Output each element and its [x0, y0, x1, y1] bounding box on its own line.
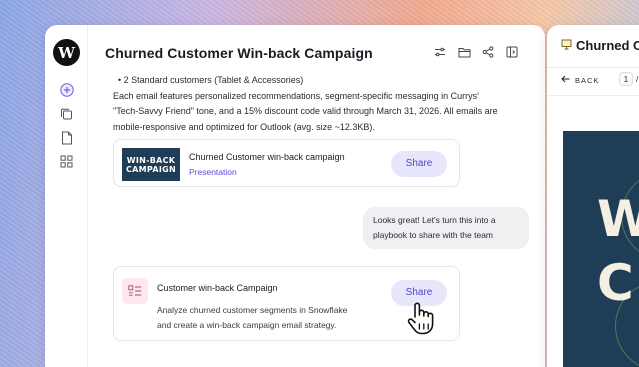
toolbar	[433, 45, 519, 59]
playbook-description: Analyze churned customer segments in Sno…	[157, 303, 387, 333]
page-separator: /	[636, 74, 639, 84]
grid-icon[interactable]	[59, 154, 74, 169]
description-line: Analyze churned customer segments in Sno…	[157, 305, 348, 315]
page-title: Churned Customer Win-back Campaign	[105, 45, 373, 61]
chat-window: W Churned Customer Win-back Campaign • 2…	[45, 25, 545, 367]
share-nodes-icon[interactable]	[481, 45, 495, 59]
folder-icon[interactable]	[457, 45, 471, 59]
divider	[547, 95, 639, 96]
sidebar-panel-icon[interactable]	[505, 45, 519, 59]
user-message-line: playbook to share with the team	[373, 230, 494, 240]
share-button[interactable]: Share	[391, 151, 447, 177]
presentation-title-text: Churned C	[576, 38, 639, 53]
slide-title-line: W	[597, 190, 639, 248]
attachment-title: Churned Customer win-back campaign	[189, 152, 345, 162]
page-number-input[interactable]: 1	[619, 72, 633, 86]
thumbnail-text: WIN-BACK	[126, 155, 176, 165]
sidebar-rail: W	[45, 25, 88, 367]
list-document-icon	[122, 278, 148, 304]
message-line: Each email features personalized recomme…	[113, 90, 479, 101]
back-button[interactable]: BACK	[561, 75, 599, 85]
presentation-window: Churned C BACK 1 / W C	[547, 25, 639, 367]
back-label: BACK	[575, 75, 600, 85]
copy-icon[interactable]	[59, 107, 74, 122]
app-logo[interactable]: W	[53, 39, 80, 66]
sliders-icon[interactable]	[433, 45, 447, 59]
presentation-thumbnail: WIN-BACK CAMPAIGN	[122, 148, 180, 181]
playbook-title: Customer win-back Campaign	[157, 283, 278, 293]
chat-main: Churned Customer Win-back Campaign • 2 S…	[88, 25, 545, 367]
plus-icon[interactable]	[59, 82, 74, 97]
hand-pointer-cursor-icon	[405, 300, 437, 336]
description-line: and create a win-back campaign email str…	[157, 320, 337, 330]
slide-title: W C	[597, 187, 639, 315]
slide-preview: W C	[563, 131, 639, 367]
message-line: mobile-responsive and optimized for Outl…	[113, 121, 375, 132]
bullet-item: • 2 Standard customers (Tablet & Accesso…	[118, 75, 304, 85]
document-icon[interactable]	[59, 130, 74, 145]
slide-title-line: C	[597, 254, 634, 312]
user-message-bubble: Looks great! Let's turn this into a play…	[363, 207, 529, 249]
attachment-type: Presentation	[189, 167, 237, 177]
presentation-title: Churned C	[561, 38, 639, 53]
divider	[547, 67, 639, 68]
user-message-line: Looks great! Let's turn this into a	[373, 215, 496, 225]
attachment-card[interactable]: WIN-BACK CAMPAIGN Churned Customer win-b…	[113, 139, 460, 187]
page-indicator: 1 /	[619, 72, 638, 86]
presentation-icon	[561, 38, 572, 53]
message-line: "Tech-Savvy Friend" tone, and a 15% disc…	[113, 106, 498, 116]
thumbnail-text: CAMPAIGN	[126, 164, 176, 174]
arrow-left-icon	[561, 75, 570, 85]
assistant-message: • 2 Standard customers (Tablet & Accesso…	[113, 73, 508, 135]
